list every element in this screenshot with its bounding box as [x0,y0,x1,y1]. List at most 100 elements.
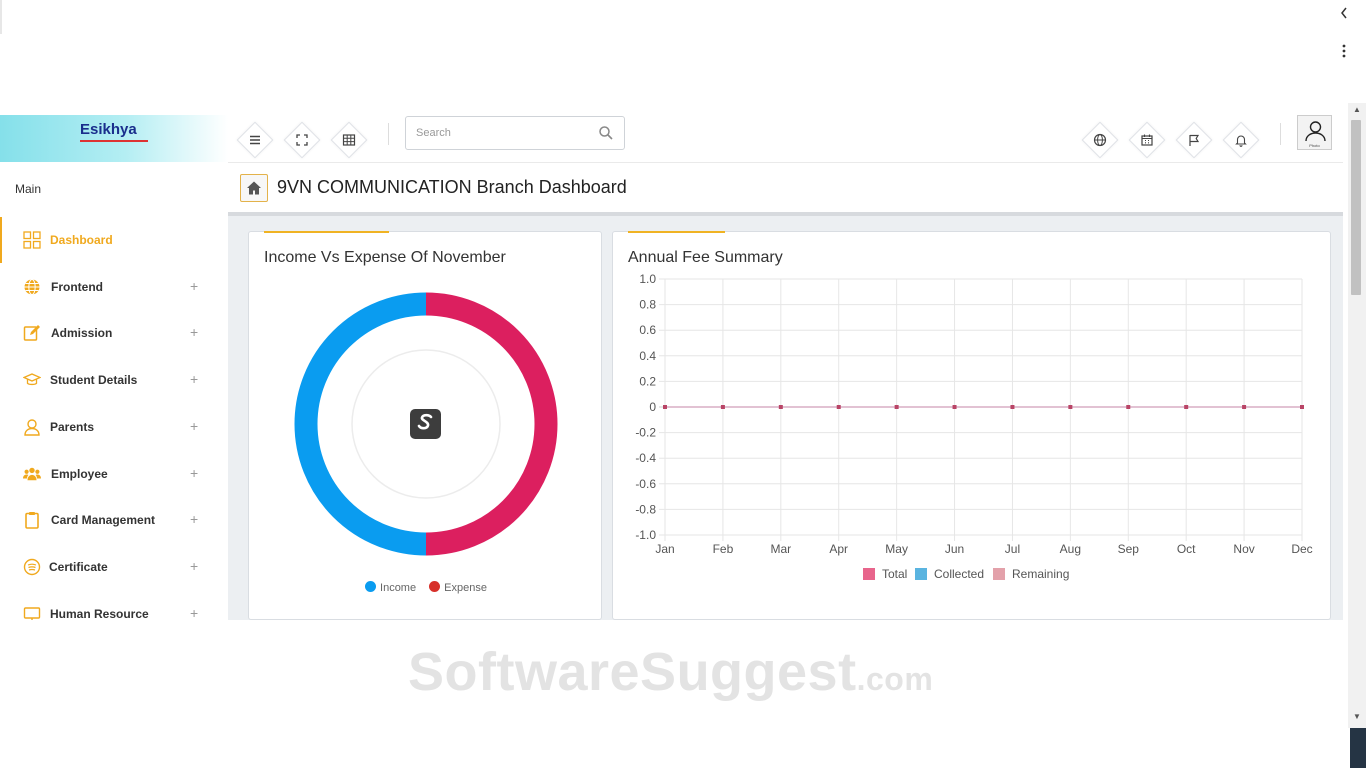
y-tick-label: 0.6 [639,323,656,337]
data-point[interactable] [778,405,783,409]
legend-label: Total [882,567,907,581]
notification-button[interactable] [1221,120,1261,160]
expand-icon[interactable]: + [190,605,198,620]
sidebar-item-human-resource[interactable]: Human Resource + [0,591,228,620]
scroll-down-icon[interactable]: ▼ [1351,712,1363,722]
flag-button[interactable] [1174,120,1214,160]
sidebar-item-label: Human Resource [50,607,149,620]
fullscreen-icon [296,134,308,146]
legend-item-total[interactable]: Total [863,567,907,581]
legend-swatch [915,568,927,580]
annual-fee-card: Annual Fee Summary 1.0 0.8 0.6 0.4 0.2 0 -0.2 -… [612,231,1331,620]
sidebar-item-parents[interactable]: Parents + [0,404,228,450]
chevron-left-icon[interactable] [1339,6,1353,22]
watermark-text: SoftwareSuggest [408,642,857,702]
sidebar-item-label: Card Management [51,513,156,527]
y-tick-label: -0.4 [635,451,656,465]
x-tick-label: Jul [1005,542,1020,556]
expand-icon[interactable]: + [190,558,198,574]
sidebar-item-admission[interactable]: Admission + [0,310,228,356]
home-button[interactable] [240,174,268,202]
watermark: SoftwareSuggest.com [408,641,933,703]
menu-toggle-button[interactable] [235,120,275,160]
sidebar-item-card-management[interactable]: Card Management + [0,497,228,543]
sidebar-item-student-details[interactable]: Student Details + [0,357,228,403]
page-title: 9VN COMMUNICATION Branch Dashboard [277,177,627,197]
y-tick-label: -0.8 [635,502,656,516]
window-edge [0,0,2,34]
legend-item-expense[interactable]: Expense [429,581,487,594]
monitor-icon [23,607,41,620]
kebab-menu-icon[interactable] [1338,44,1350,62]
expand-icon[interactable]: + [190,418,198,434]
search-icon[interactable] [598,125,614,141]
data-point[interactable] [894,405,899,409]
certificate-icon [23,558,41,576]
sidebar-item-employee[interactable]: Employee + [0,451,228,497]
expand-icon[interactable]: + [190,324,198,340]
search-box[interactable] [405,116,625,150]
legend-item-collected[interactable]: Collected [915,567,984,581]
annual-fee-line-chart[interactable]: 1.0 0.8 0.6 0.4 0.2 0 -0.2 -0.4 -0.6 -0.8 -1.0Jan F… [613,272,1332,617]
graduation-cap-icon [23,373,41,386]
x-tick-label: May [885,542,908,556]
data-point[interactable] [1010,405,1015,409]
data-point[interactable] [1242,405,1247,409]
data-point[interactable] [720,405,725,409]
sidebar-item-label: Parents [50,420,95,434]
header-divider [1280,123,1281,145]
edit-icon [23,325,40,341]
donut-slice-expense[interactable] [425,292,558,556]
x-tick-label: Aug [1060,542,1081,556]
income-expense-donut-chart[interactable] [249,267,603,577]
users-icon [23,467,41,481]
search-input[interactable] [416,124,586,142]
brand-logo[interactable]: Esikhya [80,121,137,138]
expand-icon[interactable]: + [190,371,198,387]
taskbar-corner [1350,728,1366,768]
data-point[interactable] [836,405,841,409]
app-frame: Esikhya Photo Main [0,103,1343,620]
x-tick-label: Jan [655,542,674,556]
card-accent [264,231,389,233]
x-tick-label: Jun [945,542,964,556]
y-tick-label: 0.4 [639,349,656,363]
x-tick-label: Sep [1118,542,1140,556]
data-point[interactable] [1126,405,1131,409]
app-logo-icon [410,409,441,439]
x-tick-label: Mar [770,542,791,556]
expand-icon[interactable]: + [190,465,198,481]
data-point[interactable] [952,405,957,409]
clipboard-icon [25,512,39,529]
donut-legend: Income Expense [249,581,603,594]
data-point[interactable] [1300,405,1304,409]
scroll-thumb[interactable] [1351,120,1361,295]
sidebar-item-frontend[interactable]: Frontend + [0,264,228,310]
globe-icon [24,279,40,295]
calendar-button[interactable] [1127,120,1167,160]
x-tick-label: Oct [1177,542,1196,556]
language-button[interactable] [1080,120,1120,160]
data-point[interactable] [1068,405,1073,409]
page-scrollbar[interactable]: ▲ ▼ [1348,103,1366,728]
chart-grid [659,278,1303,541]
sidebar-item-certificate[interactable]: Certificate + [0,544,228,590]
fullscreen-button[interactable] [282,120,322,160]
card-accent [628,231,725,233]
table-icon [342,134,356,146]
expand-icon[interactable]: + [190,278,198,294]
sidebar-item-label: Certificate [49,560,108,574]
scroll-up-icon[interactable]: ▲ [1351,105,1363,115]
legend-item-income[interactable]: Income [365,581,416,594]
avatar[interactable]: Photo [1297,115,1332,150]
legend-item-remaining[interactable]: Remaining [993,567,1069,581]
y-tick-label: 1.0 [639,272,656,286]
sidebar-item-dashboard[interactable]: Dashboard [0,217,228,263]
sidebar-item-label: Dashboard [50,233,113,247]
donut-slice-income[interactable] [294,292,427,556]
data-point[interactable] [1184,405,1189,409]
grid-view-button[interactable] [329,120,369,160]
avatar-label: Photo [1309,143,1320,148]
data-point[interactable] [663,405,667,409]
expand-icon[interactable]: + [190,511,198,527]
